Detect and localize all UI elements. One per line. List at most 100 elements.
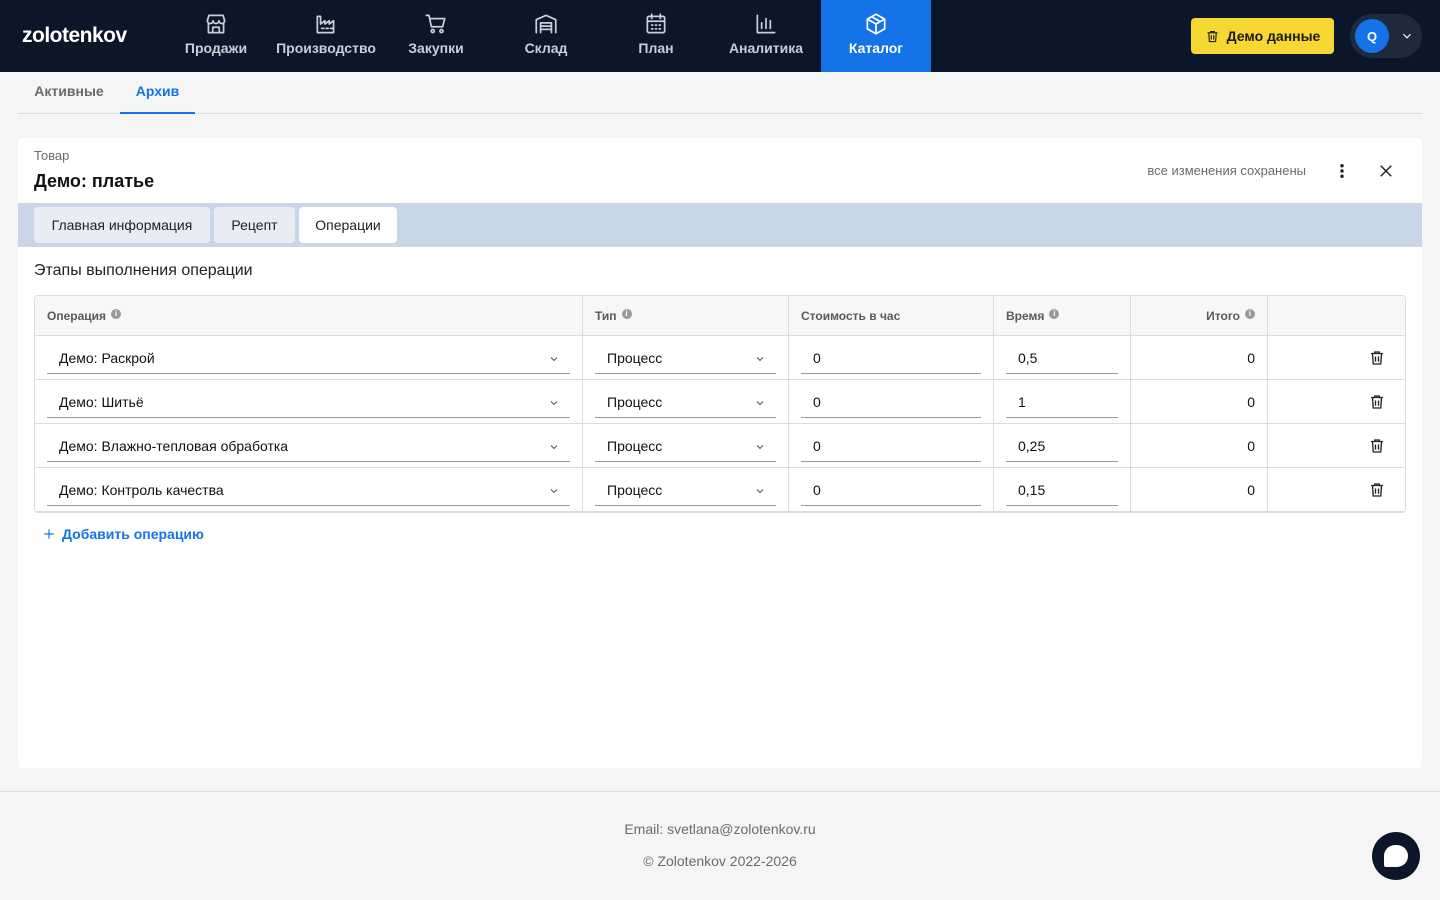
section-title: Этапы выполнения операции (34, 262, 253, 279)
chevron-down-icon (1403, 33, 1411, 39)
nav-item-warehouse[interactable]: Склад (491, 0, 601, 72)
total-value: 0 (1247, 482, 1255, 498)
cost-input[interactable] (801, 386, 981, 418)
add-operation-button[interactable]: Добавить операцию (42, 526, 204, 542)
tab-recipe[interactable]: Рецепт (214, 207, 295, 243)
column-operation: Операция i (47, 296, 122, 336)
info-icon[interactable]: i (111, 308, 122, 319)
operation-select[interactable]: Демо: Влажно-тепловая обработка (47, 430, 570, 462)
app-logo[interactable]: zolotenkov (22, 24, 127, 48)
cost-input[interactable] (801, 430, 981, 462)
product-card: Товар Демо: платье все изменения сохране… (18, 138, 1422, 768)
trash-icon (1371, 439, 1383, 453)
chevron-down-icon (756, 401, 764, 406)
type-select[interactable]: Процесс (595, 430, 776, 462)
type-select[interactable]: Процесс (595, 342, 776, 374)
nav-item-sales[interactable]: Продажи (161, 0, 271, 72)
footer-divider (0, 791, 1440, 792)
more-options-button[interactable] (1331, 160, 1353, 182)
add-operation-label: Добавить операцию (62, 526, 204, 542)
time-input[interactable] (1006, 386, 1118, 418)
trash-icon (1371, 483, 1383, 497)
time-input[interactable] (1006, 474, 1118, 506)
chevron-down-icon (550, 401, 558, 406)
type-value: Процесс (607, 481, 663, 498)
trash-icon (1371, 351, 1383, 365)
user-menu[interactable]: Q (1350, 14, 1422, 58)
chevron-down-icon (756, 445, 764, 450)
tab-archive[interactable]: Архив (120, 72, 195, 114)
chat-icon (1384, 845, 1408, 867)
cost-input[interactable] (801, 474, 981, 506)
type-select[interactable]: Процесс (595, 386, 776, 418)
nav-item-label: Продажи (184, 40, 248, 56)
card-kicker: Товар (34, 148, 70, 163)
top-navigation: zolotenkov Продажи Производство Закупки … (0, 0, 1440, 72)
more-vertical-icon (1340, 164, 1344, 178)
total-value: 0 (1247, 438, 1255, 454)
column-total: Итого i (1131, 296, 1255, 336)
calendar-icon (646, 13, 666, 34)
footer-email[interactable]: Email: svetlana@zolotenkov.ru (0, 821, 1440, 837)
info-icon[interactable]: i (1245, 308, 1255, 319)
column-cost: Стоимость в час (801, 296, 900, 336)
close-icon (1380, 165, 1392, 177)
nav-item-purchases[interactable]: Закупки (381, 0, 491, 72)
box-icon (866, 13, 886, 35)
info-icon[interactable]: i (1049, 308, 1060, 319)
chevron-down-icon (550, 489, 558, 494)
delete-row-button[interactable] (1368, 481, 1386, 499)
table-row: Демо: Влажно-тепловая обработка Процесс … (35, 424, 1405, 468)
column-label: Стоимость в час (801, 309, 901, 323)
nav-item-plan[interactable]: План (601, 0, 711, 72)
page-title: Демо: платье (34, 171, 155, 191)
type-value: Процесс (607, 437, 663, 454)
column-label: Итого (1206, 309, 1240, 323)
save-status: все изменения сохранены (1147, 163, 1306, 178)
table-row: Демо: Раскрой Процесс 0 (35, 336, 1405, 380)
column-time: Время i (1006, 296, 1060, 336)
delete-row-button[interactable] (1368, 437, 1386, 455)
column-label: Время (1006, 309, 1045, 323)
nav-item-analytics[interactable]: Аналитика (711, 0, 821, 72)
nav-item-label: Аналитика (728, 40, 804, 56)
operation-select[interactable]: Демо: Контроль качества (47, 474, 570, 506)
nav-item-production[interactable]: Производство (271, 0, 381, 72)
operation-value: Демо: Раскрой (59, 349, 155, 366)
operations-table: Операция i Тип i Стоимость в час Время i Ит… (34, 295, 1406, 513)
type-select[interactable]: Процесс (595, 474, 776, 506)
nav-item-label: Производство (276, 40, 376, 56)
chevron-down-icon (550, 357, 558, 362)
nav-item-label: Закупки (408, 40, 464, 56)
delete-row-button[interactable] (1368, 349, 1386, 367)
tab-operations[interactable]: Операции (299, 207, 397, 243)
store-icon (206, 14, 226, 34)
warehouse-icon (535, 14, 557, 34)
time-input[interactable] (1006, 430, 1118, 462)
nav-item-catalog[interactable]: Каталог (821, 0, 931, 72)
factory-icon (316, 15, 335, 34)
type-value: Процесс (607, 393, 663, 410)
time-input[interactable] (1006, 342, 1118, 374)
demo-data-button[interactable]: Демо данные (1191, 18, 1334, 54)
operation-value: Демо: Шитьё (59, 393, 144, 410)
plus-icon (44, 529, 54, 539)
cost-input[interactable] (801, 342, 981, 374)
info-icon[interactable]: i (621, 308, 632, 319)
operation-select[interactable]: Демо: Раскрой (47, 342, 570, 374)
cart-icon (425, 14, 446, 34)
tab-main-info[interactable]: Главная информация (34, 207, 210, 243)
close-button[interactable] (1375, 160, 1397, 182)
chat-button[interactable] (1372, 832, 1420, 880)
total-value: 0 (1247, 350, 1255, 366)
table-row: Демо: Шитьё Процесс 0 (35, 380, 1405, 424)
chevron-down-icon (550, 445, 558, 450)
delete-row-button[interactable] (1368, 393, 1386, 411)
nav-item-label: Каталог (848, 40, 904, 56)
avatar: Q (1355, 19, 1389, 53)
chart-icon (756, 14, 776, 34)
operation-select[interactable]: Демо: Шитьё (47, 386, 570, 418)
column-type: Тип i (595, 296, 632, 336)
tab-active[interactable]: Активные (18, 72, 120, 114)
operation-value: Демо: Контроль качества (59, 481, 224, 498)
